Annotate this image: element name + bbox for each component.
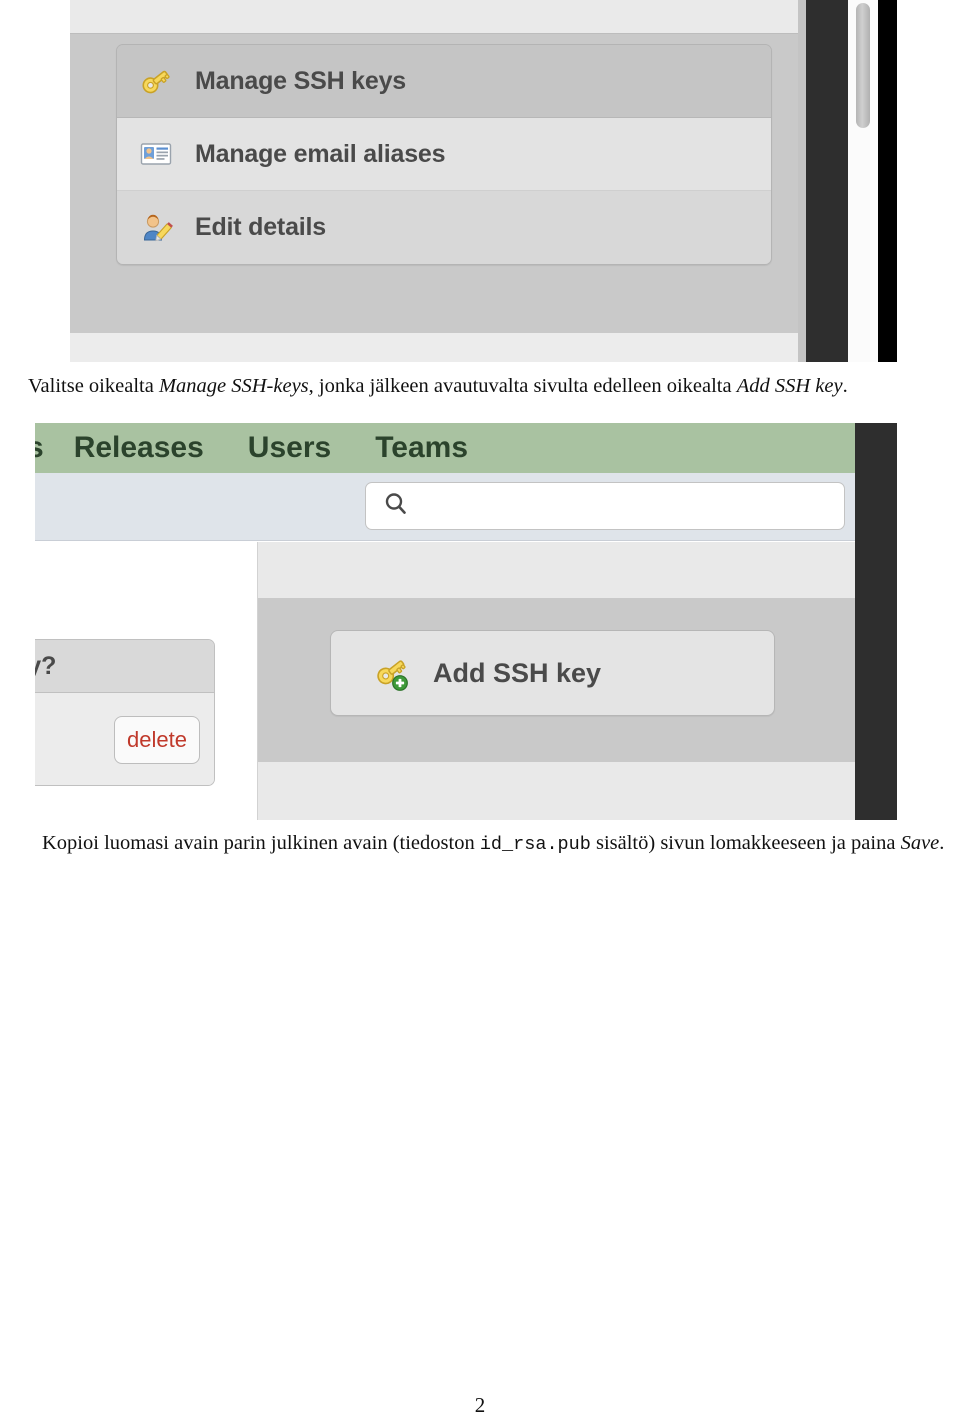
delete-button[interactable]: delete [114,716,200,764]
existing-key-panel-header: dy? [35,640,214,693]
caption1-emphasis-2: Add SSH key [736,375,843,397]
page-number: 2 [474,1393,486,1417]
caption2-emphasis: Save [900,832,940,854]
existing-key-panel: dy? delete [35,639,215,786]
caption2-part2: sisältö) sivun lomakkeeseen ja paina [590,832,901,854]
caption2-filename: id_rsa.pub [479,834,591,855]
existing-key-panel-body: delete [35,693,214,785]
screenshot1-black-bar [878,0,897,362]
caption1-part1: Valitse oikealta [28,375,159,397]
screenshot-manage-menu: Manage SSH keys Manage email aliases Edi… [70,0,898,362]
menu-item-edit-details[interactable]: Edit details [117,191,771,264]
screenshot2-dark-bar [855,423,897,820]
scrollbar-thumb[interactable] [856,3,870,128]
key-add-icon [373,654,411,692]
add-ssh-key-button[interactable]: Add SSH key [330,630,775,716]
caption1-part3: . [842,375,848,397]
caption-copy-public-key: Kopioi luomasi avain parin julkinen avai… [14,829,946,859]
nav-item-teams[interactable]: Teams [375,431,468,465]
search-input[interactable] [365,482,845,530]
user-edit-icon [139,211,173,245]
caption1-part2: , jonka jälkeen avautuvalta sivulta edel… [308,375,737,397]
screenshot1-right-edge [798,0,806,362]
nav-item-releases[interactable]: Releases [74,431,204,465]
screenshot1-dark-bar [806,0,848,362]
nav-item-clipped[interactable]: s [35,431,44,465]
menu-item-label: Manage SSH keys [195,66,406,95]
page-top-band [70,0,806,33]
search-band [35,473,855,541]
nav-item-users[interactable]: Users [248,431,331,465]
menu-item-label: Manage email aliases [195,139,446,168]
caption2-part1: Kopioi luomasi avain parin julkinen avai… [42,832,480,854]
key-icon [139,64,173,98]
add-key-section: Add SSH key [258,598,855,762]
left-column: dy? delete [35,542,257,820]
search-icon [382,490,410,523]
page-bottom-band [70,333,806,362]
screenshot-add-ssh-key: s Releases Users Teams dy? [35,423,898,820]
menu-item-label: Edit details [195,213,326,241]
top-navigation-bar: s Releases Users Teams [35,423,855,473]
caption-manage-ssh-keys: Valitse oikealta Manage SSH-keys, jonka … [28,372,938,400]
caption2-part3: . [939,832,945,854]
contact-card-icon [139,137,173,171]
menu-item-manage-ssh-keys[interactable]: Manage SSH keys [117,45,771,118]
profile-actions-menu: Manage SSH keys Manage email aliases Edi… [116,44,772,265]
menu-item-manage-email-aliases[interactable]: Manage email aliases [117,118,771,191]
main-column: Add SSH key [257,542,855,820]
caption1-emphasis-1: Manage SSH-keys [158,375,309,397]
add-ssh-key-label: Add SSH key [433,657,602,688]
scrollbar-track[interactable] [848,0,878,362]
